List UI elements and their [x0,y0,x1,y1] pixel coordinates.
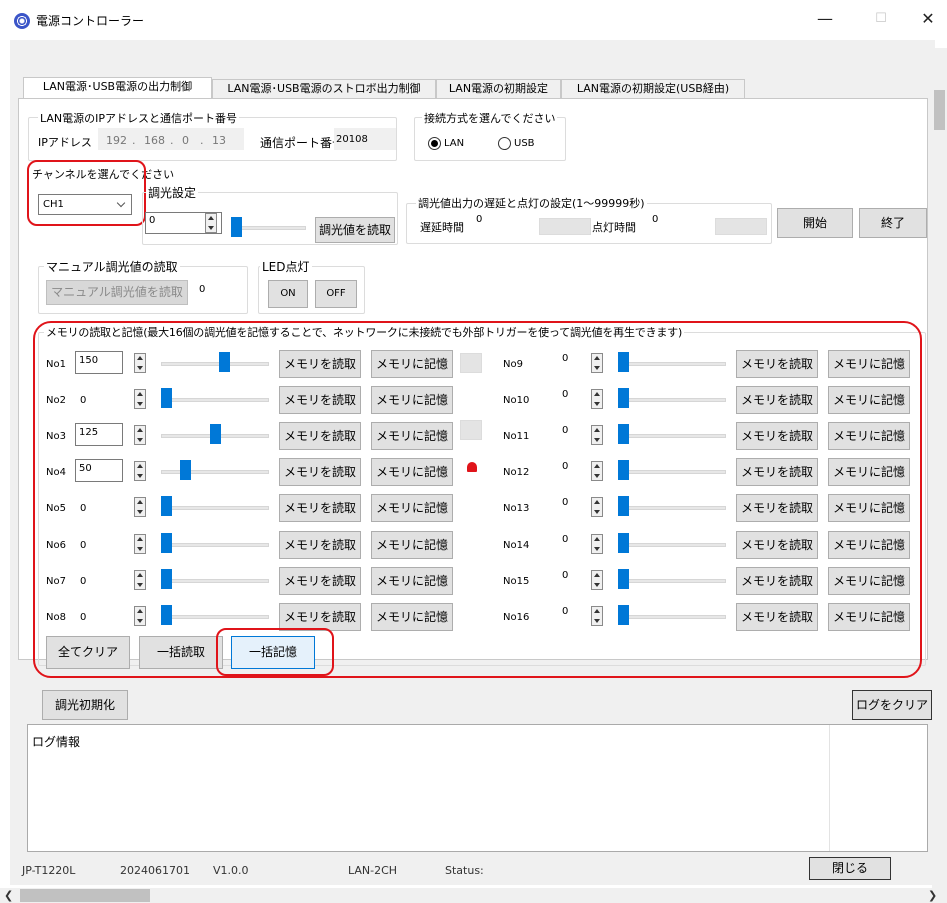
ip-octet-1: 192 [106,134,127,147]
led-on-button[interactable]: ON [268,280,308,308]
close-button[interactable]: 閉じる [809,857,891,880]
clear-log-button[interactable]: ログをクリア [852,690,932,720]
tab-lan-init[interactable]: LAN電源の初期設定 [436,79,561,98]
app-icon [14,13,30,29]
ip-address-field[interactable]: 192 . 168 . 0 . 13 [98,128,244,150]
tab-output-control[interactable]: LAN電源･USB電源の出力制御 [23,77,212,99]
dimming-slider-thumb[interactable] [231,217,242,237]
dimming-slider-track[interactable] [234,226,306,230]
device-label: LAN-2CH [348,864,398,877]
ip-sep: . [200,134,204,147]
on-time-label: 点灯時間 [592,221,636,234]
lan-radio[interactable] [428,137,441,150]
read-manual-button[interactable]: マニュアル調光値を読取 [46,280,188,305]
usb-radio-label: USB [514,138,535,149]
ip-group-title: LAN電源のIPアドレスと通信ポート番号 [38,110,240,126]
port-value: 20108 [336,134,368,145]
dimming-spinner[interactable] [205,213,217,233]
scroll-left-icon[interactable]: ❮ [4,889,13,902]
horizontal-scroll-thumb[interactable] [20,889,150,902]
log-divider [829,725,830,851]
led-group-title: LED点灯 [260,258,312,275]
tab-lan-init-usb[interactable]: LAN電源の初期設定(USB経由) [561,79,745,98]
vertical-scroll-thumb[interactable] [934,90,945,130]
dimming-group-title: 調光設定 [146,184,199,201]
port-label: 通信ポート番号 [260,136,345,150]
connection-group-title: 接続方式を選んでください [422,110,558,126]
delay-time-field[interactable] [539,218,591,235]
on-time-field[interactable] [715,218,767,235]
delay-time-value: 0 [476,214,483,225]
on-time-value: 0 [652,214,659,225]
ip-sep: . [170,134,174,147]
log-area[interactable]: ログ情報 [27,724,928,852]
model-label: JP-T1220L [22,864,76,877]
ip-octet-2: 168 [144,134,165,147]
delay-time-label: 遅延時間 [420,221,464,234]
port-field[interactable]: 20108 [334,128,396,150]
lan-radio-label: LAN [444,138,465,149]
highlight-memory [33,321,922,678]
maximize-button[interactable]: ☐ [866,8,896,32]
ip-octet-3: 0 [182,134,189,147]
status-bar: JP-T1220L 2024061701 V1.0.0 LAN-2CH Stat… [10,855,935,885]
ip-label: IPアドレス [38,136,92,149]
read-dimming-button[interactable]: 調光値を読取 [315,217,395,243]
dimming-init-button[interactable]: 調光初期化 [42,690,128,720]
highlight-channel [27,160,146,226]
manual-value: 0 [199,284,206,295]
title-bar: 電源コントローラー — ☐ ✕ [0,0,947,40]
delay-group-title: 調光値出力の遅延と点灯の設定(1〜99999秒) [416,195,647,211]
tab-strobe-control[interactable]: LAN電源･USB電源のストロボ出力制御 [212,79,436,98]
stop-button[interactable]: 終了 [859,208,927,238]
build-label: 2024061701 [120,864,190,877]
ip-octet-4: 13 [212,134,226,147]
log-label: ログ情報 [32,735,81,749]
usb-radio[interactable] [498,137,511,150]
vertical-scrollbar[interactable] [932,48,947,888]
window-title: 電源コントローラー [36,14,145,28]
ip-sep: . [132,134,136,147]
led-off-button[interactable]: OFF [315,280,357,308]
minimize-button[interactable]: — [810,8,840,32]
manual-group-title: マニュアル調光値の読取 [44,258,180,275]
status-label: Status: [445,864,484,877]
version-label: V1.0.0 [213,864,249,877]
scroll-right-icon[interactable]: ❯ [928,889,937,902]
close-window-button[interactable]: ✕ [913,8,943,32]
start-button[interactable]: 開始 [777,208,853,238]
